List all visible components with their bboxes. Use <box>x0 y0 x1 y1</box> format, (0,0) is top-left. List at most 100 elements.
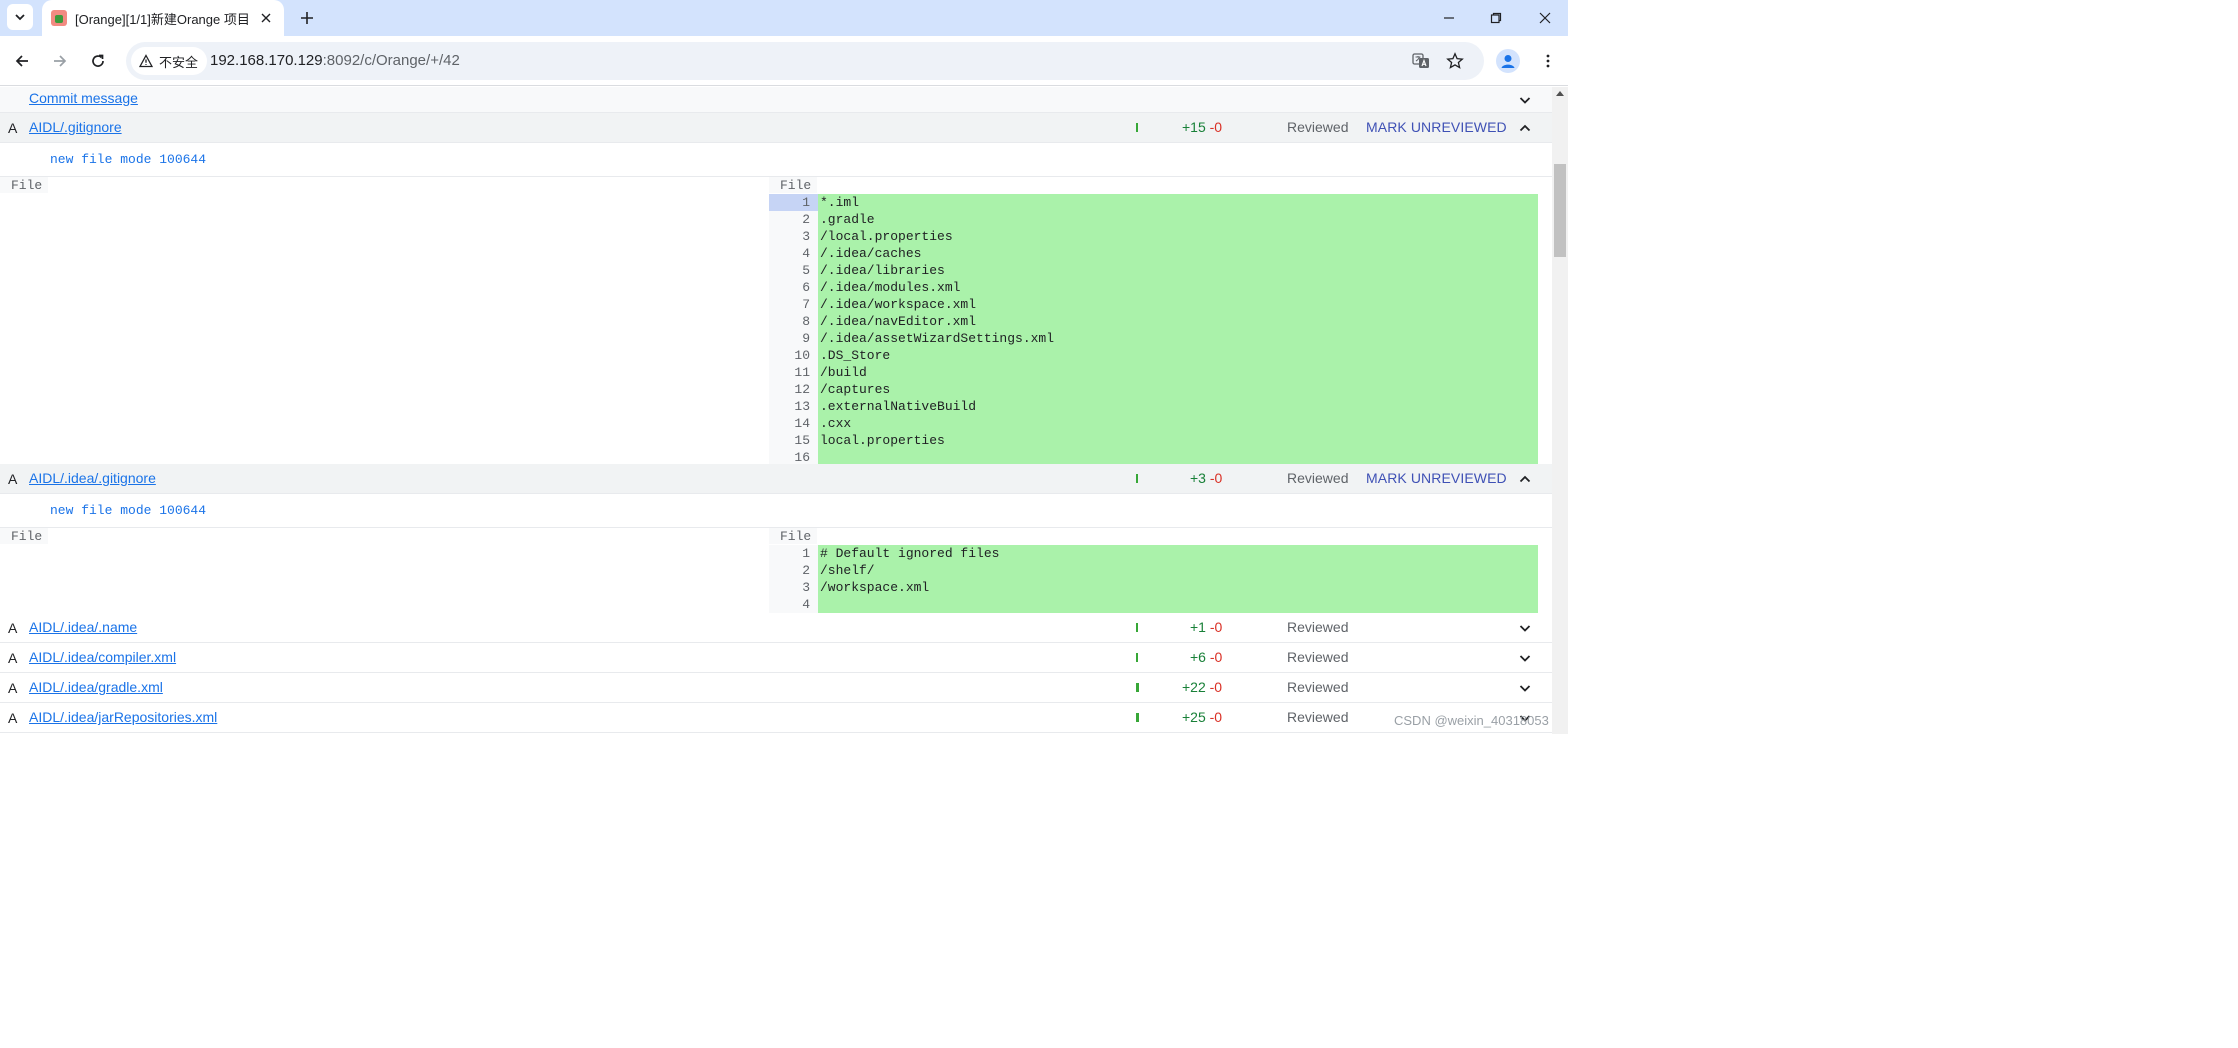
line-number[interactable]: 13 <box>769 398 818 415</box>
file-path-link[interactable]: AIDL/.idea/.gitignore <box>29 470 156 486</box>
plus-icon <box>301 12 313 24</box>
reviewed-label: Reviewed <box>1287 709 1349 725</box>
window-minimize-button[interactable] <box>1439 8 1459 28</box>
reviewed-label: Reviewed <box>1287 679 1349 695</box>
page-scrollbar[interactable] <box>1552 87 1568 734</box>
line-delta: +6 -0 <box>1190 649 1222 665</box>
line-number[interactable]: 1 <box>769 545 818 562</box>
removed-count: -0 <box>1209 679 1223 695</box>
chevron-up-icon[interactable] <box>1518 121 1532 135</box>
reviewed-label: Reviewed <box>1287 119 1349 135</box>
line-number[interactable]: 7 <box>769 296 818 313</box>
code-text: /captures <box>820 382 891 397</box>
line-delta: +1 -0 <box>1190 619 1222 635</box>
line-number[interactable]: 1 <box>769 194 818 211</box>
code-text: /.idea/caches <box>820 246 922 261</box>
file-path-link[interactable]: AIDL/.idea/gradle.xml <box>29 679 163 695</box>
back-button[interactable] <box>12 51 32 71</box>
url-text[interactable]: 192.168.170.129:8092/c/Orange/+/42 <box>210 52 460 69</box>
file-path-link[interactable]: AIDL/.gitignore <box>29 119 122 135</box>
chevron-down-icon[interactable] <box>1518 93 1532 107</box>
code-text: .DS_Store <box>820 348 891 363</box>
line-number[interactable]: 14 <box>769 415 818 432</box>
line-number[interactable]: 5 <box>769 262 818 279</box>
commit-message-link[interactable]: Commit message <box>29 90 138 106</box>
file-path-link[interactable]: AIDL/.idea/.name <box>29 619 137 635</box>
line-number[interactable]: 4 <box>769 245 818 262</box>
star-icon <box>1446 52 1464 69</box>
diff-line: 9/.idea/assetWizardSettings.xml <box>769 330 1538 347</box>
code-text: local.properties <box>820 433 945 448</box>
line-number[interactable]: 15 <box>769 432 818 449</box>
chevron-down-icon[interactable] <box>1518 681 1532 695</box>
translate-button[interactable] <box>1411 51 1431 71</box>
reload-button[interactable] <box>88 51 108 71</box>
left-file-header-label: File <box>11 178 43 193</box>
profile-avatar[interactable] <box>1496 49 1520 73</box>
file-row[interactable]: A AIDL/.idea/.name +1 -0 Reviewed <box>0 613 1552 643</box>
browser-tab-strip: [Orange][1/1]新建Orange 项目 <box>0 0 1568 36</box>
tab-search-button[interactable] <box>7 4 33 30</box>
window-close-button[interactable] <box>1535 8 1555 28</box>
security-chip[interactable]: 不安全 <box>131 47 208 75</box>
file-path-link[interactable]: AIDL/.idea/jarRepositories.xml <box>29 709 217 725</box>
code-text: /.idea/modules.xml <box>820 280 961 295</box>
added-count: +6 <box>1190 649 1206 665</box>
mark-unreviewed-button[interactable]: MARK UNREVIEWED <box>1366 470 1507 486</box>
line-number[interactable]: 10 <box>769 347 818 364</box>
code-text: .gradle <box>820 212 875 227</box>
watermark: CSDN @weixin_40318053 <box>1394 713 1549 728</box>
scroll-up-arrow-icon[interactable] <box>1555 89 1565 97</box>
removed-count: -0 <box>1209 470 1223 486</box>
line-number[interactable]: 3 <box>769 228 818 245</box>
chevron-down-icon[interactable] <box>1518 651 1532 665</box>
browser-tab-active[interactable]: [Orange][1/1]新建Orange 项目 <box>42 0 284 36</box>
diff-line: 14 .cxx <box>769 415 1538 432</box>
forward-button[interactable] <box>50 51 70 71</box>
scrollbar-thumb[interactable] <box>1554 164 1566 257</box>
added-count: +15 <box>1182 119 1206 135</box>
file-row[interactable]: A AIDL/.idea/compiler.xml +6 -0 Reviewed <box>0 643 1552 673</box>
arrow-left-icon <box>15 55 28 67</box>
right-file-header-label: File <box>780 178 812 193</box>
file-row[interactable]: A AIDL/.idea/.gitignore +3 -0 Reviewed M… <box>0 464 1552 494</box>
address-bar[interactable]: 不安全 192.168.170.129:8092/c/Orange/+/42 <box>126 42 1484 80</box>
window-restore-button[interactable] <box>1486 8 1506 28</box>
file-row[interactable]: A AIDL/.gitignore +15 -0 Reviewed MARK U… <box>0 113 1552 143</box>
diff-line: 10 .DS_Store <box>769 347 1538 364</box>
file-status: A <box>8 650 18 666</box>
new-tab-button[interactable] <box>297 8 317 28</box>
mark-unreviewed-button[interactable]: MARK UNREVIEWED <box>1366 119 1507 135</box>
browser-menu-button[interactable] <box>1538 51 1558 71</box>
person-icon <box>1501 55 1515 68</box>
line-number[interactable]: 3 <box>769 579 818 596</box>
file-row[interactable]: A AIDL/.idea/gradle.xml +22 -0 Reviewed <box>0 673 1552 703</box>
tab-close-button[interactable] <box>258 10 274 26</box>
code-text: /build <box>820 365 867 380</box>
file-status: A <box>8 471 18 487</box>
removed-count: -0 <box>1209 119 1223 135</box>
code-text: .externalNativeBuild <box>820 399 977 414</box>
file-row[interactable]: A AIDL/.idea/jarRepositories.xml +25 -0 … <box>0 703 1552 733</box>
chevron-down-icon <box>15 14 25 21</box>
code-text: .cxx <box>820 416 852 431</box>
chevron-down-icon[interactable] <box>1518 621 1532 635</box>
file-path-link[interactable]: AIDL/.idea/compiler.xml <box>29 649 176 665</box>
left-file-header: File <box>0 528 48 544</box>
line-number[interactable]: 12 <box>769 381 818 398</box>
code-text: *.iml <box>820 195 860 210</box>
line-number[interactable]: 9 <box>769 330 818 347</box>
chevron-up-icon[interactable] <box>1518 472 1532 486</box>
code-text: /.idea/assetWizardSettings.xml <box>820 331 1055 346</box>
line-number[interactable]: 2 <box>769 211 818 228</box>
diff-line: 3/local.properties <box>769 228 1538 245</box>
minimize-icon <box>1444 17 1454 19</box>
line-number[interactable]: 2 <box>769 562 818 579</box>
reload-icon <box>92 54 104 67</box>
bookmark-star-button[interactable] <box>1445 51 1465 71</box>
line-number[interactable]: 4 <box>769 596 818 613</box>
line-number[interactable]: 11 <box>769 364 818 381</box>
line-number[interactable]: 8 <box>769 313 818 330</box>
file-mode-text: new file mode 100644 <box>50 503 207 518</box>
line-number[interactable]: 6 <box>769 279 818 296</box>
